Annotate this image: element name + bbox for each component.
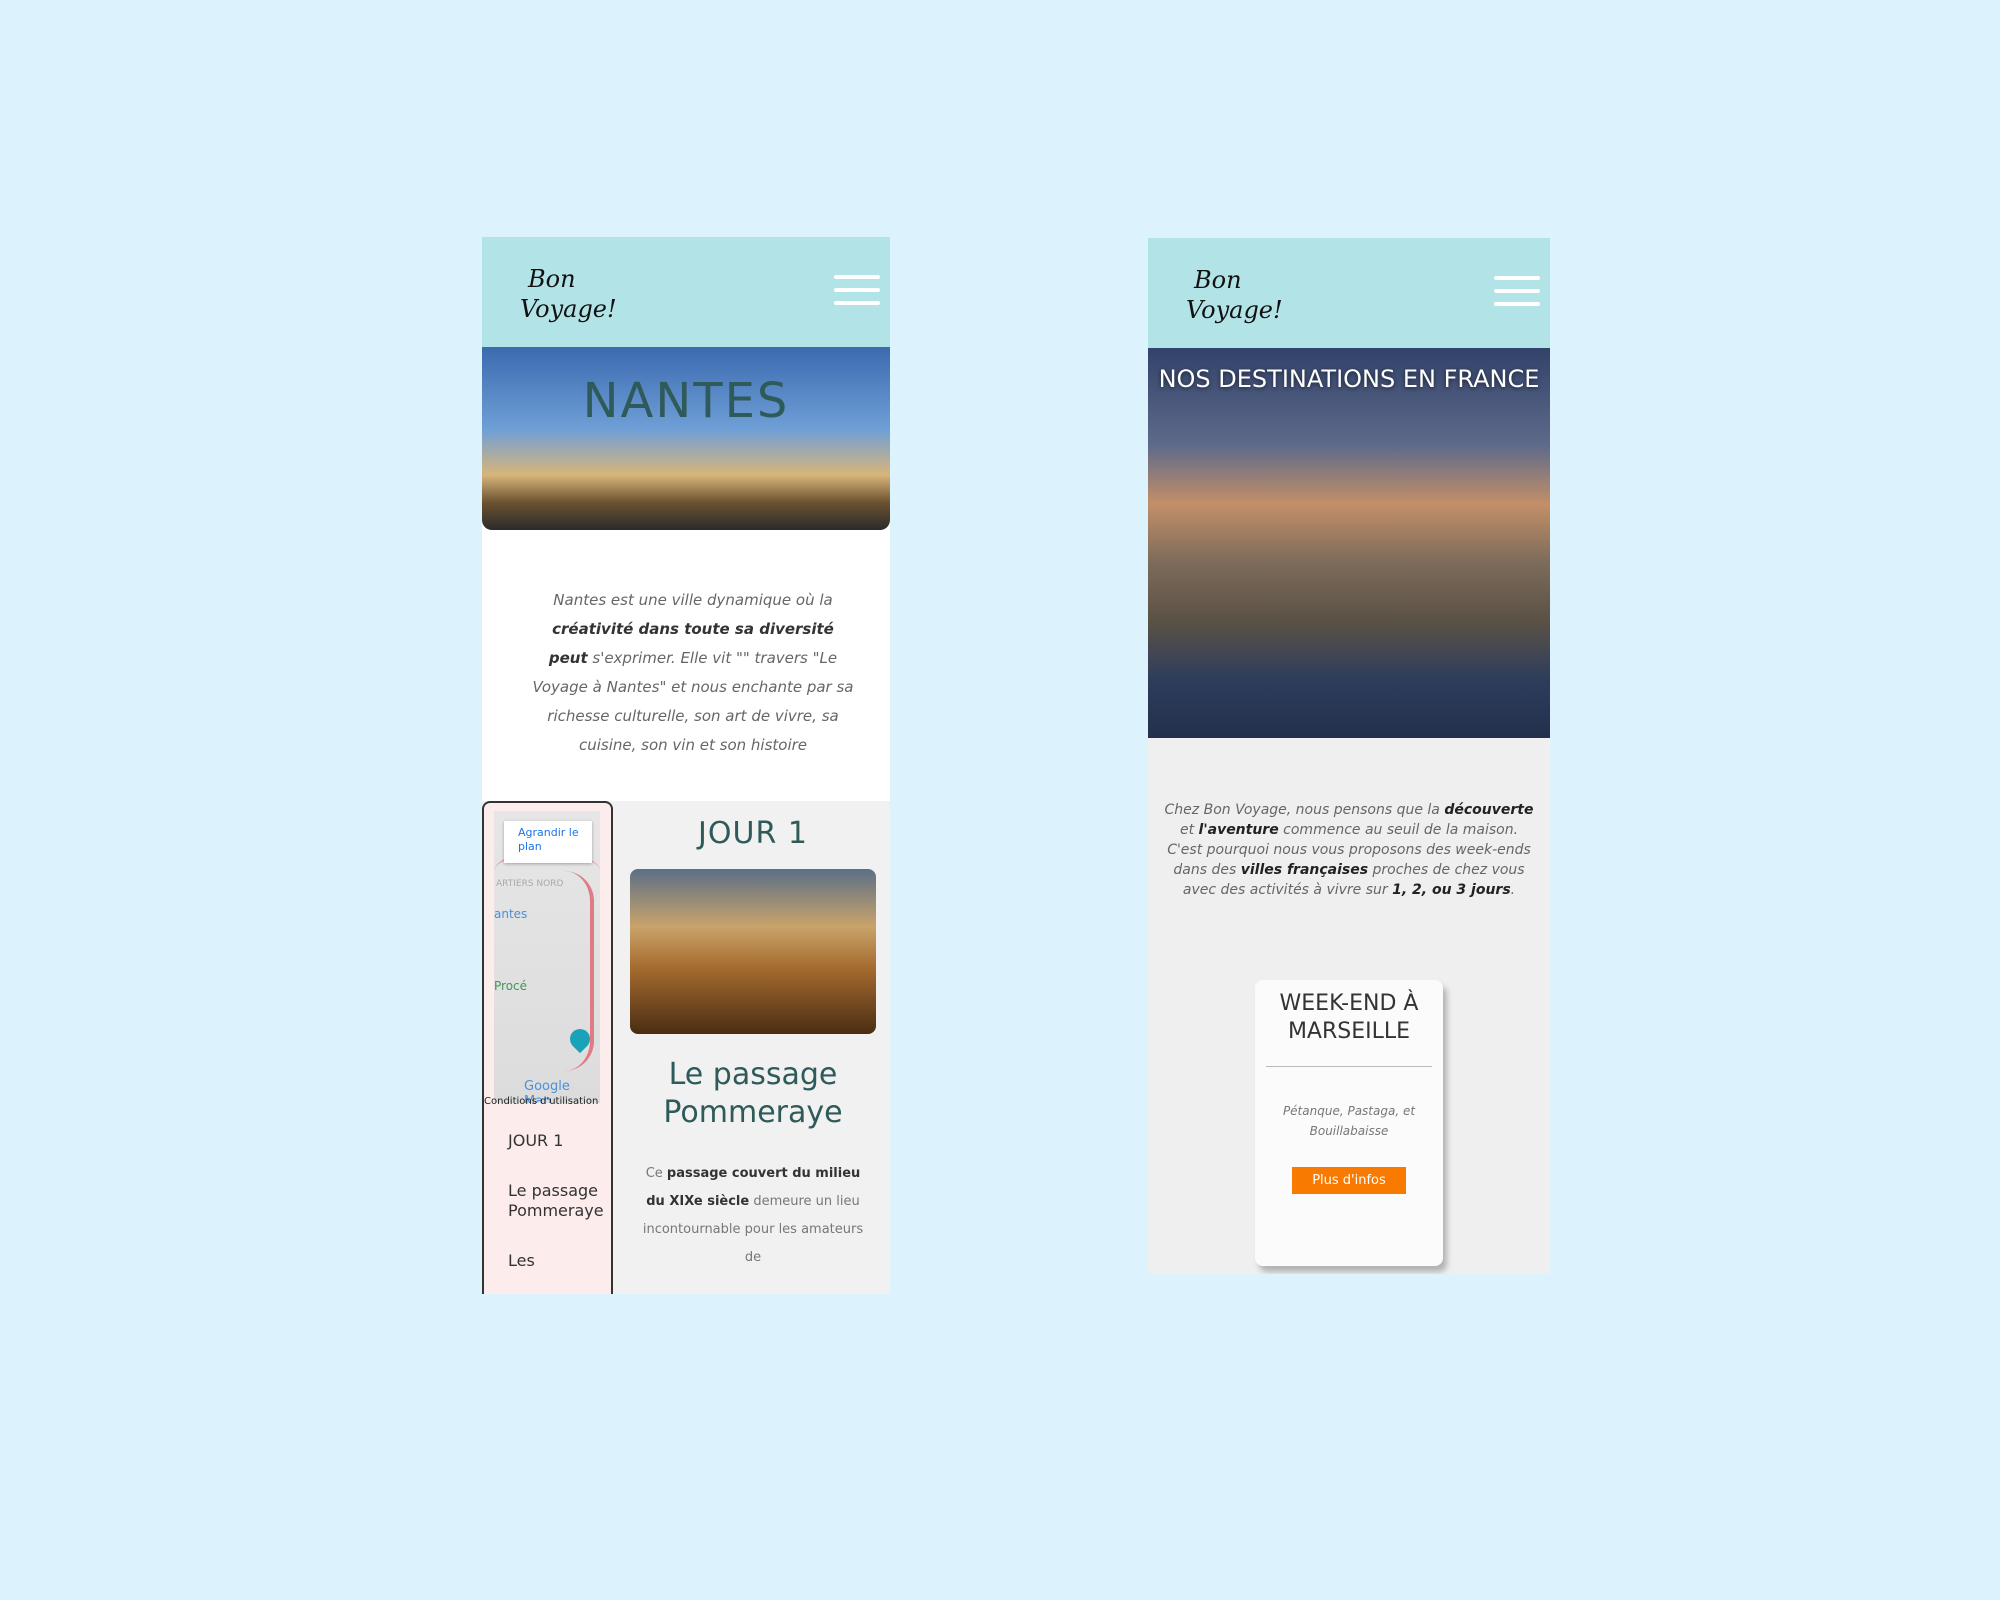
logo-script-icon: Bon Voyage! bbox=[520, 265, 617, 323]
card-divider bbox=[1266, 1066, 1432, 1067]
day-section: Agrandir le plan ARTIERS NORD antes Proc… bbox=[482, 801, 890, 1294]
day-subtitle: Le passage Pommeraye bbox=[663, 1057, 843, 1130]
intro-text: Chez Bon Voyage, nous pensons que la déc… bbox=[1164, 802, 1534, 898]
card-title: WEEK-END À MARSEILLE bbox=[1279, 991, 1419, 1044]
day-description: Ce passage couvert du milieu du XIXe siè… bbox=[642, 1166, 864, 1265]
day-title: JOUR 1 bbox=[698, 816, 808, 851]
nantes-page-screen: Bon Voyage! NANTES Nantes est une ville … bbox=[482, 237, 890, 1294]
more-info-button[interactable]: Plus d'infos bbox=[1292, 1167, 1406, 1194]
logo-script-icon: Bon Voyage! bbox=[1186, 266, 1283, 324]
side-nav-item[interactable]: JOUR 1 bbox=[508, 1131, 608, 1151]
map-area-label: ARTIERS NORD bbox=[496, 879, 564, 889]
passage-pommeraye-image bbox=[630, 869, 876, 1034]
day-content: JOUR 1 Le passage Pommeraye Ce passage c… bbox=[628, 801, 878, 1272]
svg-text:Bon: Bon bbox=[1193, 266, 1242, 294]
hero-banner: NOS DESTINATIONS EN FRANCE bbox=[1148, 348, 1550, 738]
google-map[interactable]: Agrandir le plan ARTIERS NORD antes Proc… bbox=[494, 811, 600, 1103]
side-panel: Agrandir le plan ARTIERS NORD antes Proc… bbox=[482, 801, 613, 1294]
svg-text:Voyage!: Voyage! bbox=[520, 295, 617, 323]
card-text: Pétanque, Pastaga, et Bouillabaisse bbox=[1282, 1104, 1416, 1138]
map-town-label: Procé bbox=[494, 979, 528, 993]
site-header: Bon Voyage! bbox=[482, 237, 890, 347]
bon-voyage-logo[interactable]: Bon Voyage! bbox=[520, 255, 630, 335]
side-nav-item[interactable]: Le passage Pommeraye bbox=[508, 1181, 608, 1221]
svg-text:Bon: Bon bbox=[527, 265, 576, 293]
bon-voyage-logo[interactable]: Bon Voyage! bbox=[1186, 256, 1296, 336]
map-town-label: antes bbox=[494, 907, 528, 921]
site-header: Bon Voyage! bbox=[1148, 238, 1550, 348]
intro-text: Nantes est une ville dynamique où la cré… bbox=[532, 591, 854, 754]
side-nav: JOUR 1 Le passage Pommeraye Les bbox=[508, 1131, 608, 1294]
svg-text:Voyage!: Voyage! bbox=[1186, 296, 1283, 324]
enlarge-map-button[interactable]: Agrandir le plan bbox=[504, 821, 592, 863]
side-nav-item[interactable]: Les bbox=[508, 1251, 608, 1271]
home-page-screen: Bon Voyage! NOS DESTINATIONS EN FRANCE C… bbox=[1148, 238, 1550, 1274]
hero-title: NANTES bbox=[582, 373, 790, 429]
map-terms-link[interactable]: Conditions d'utilisation bbox=[484, 1096, 611, 1107]
hamburger-menu-icon[interactable] bbox=[834, 275, 880, 305]
hamburger-menu-icon[interactable] bbox=[1494, 276, 1540, 306]
hero-title: NOS DESTINATIONS EN FRANCE bbox=[1158, 365, 1540, 393]
destination-card: WEEK-END À MARSEILLE Pétanque, Pastaga, … bbox=[1255, 980, 1443, 1266]
hero-banner: NANTES bbox=[482, 347, 890, 530]
